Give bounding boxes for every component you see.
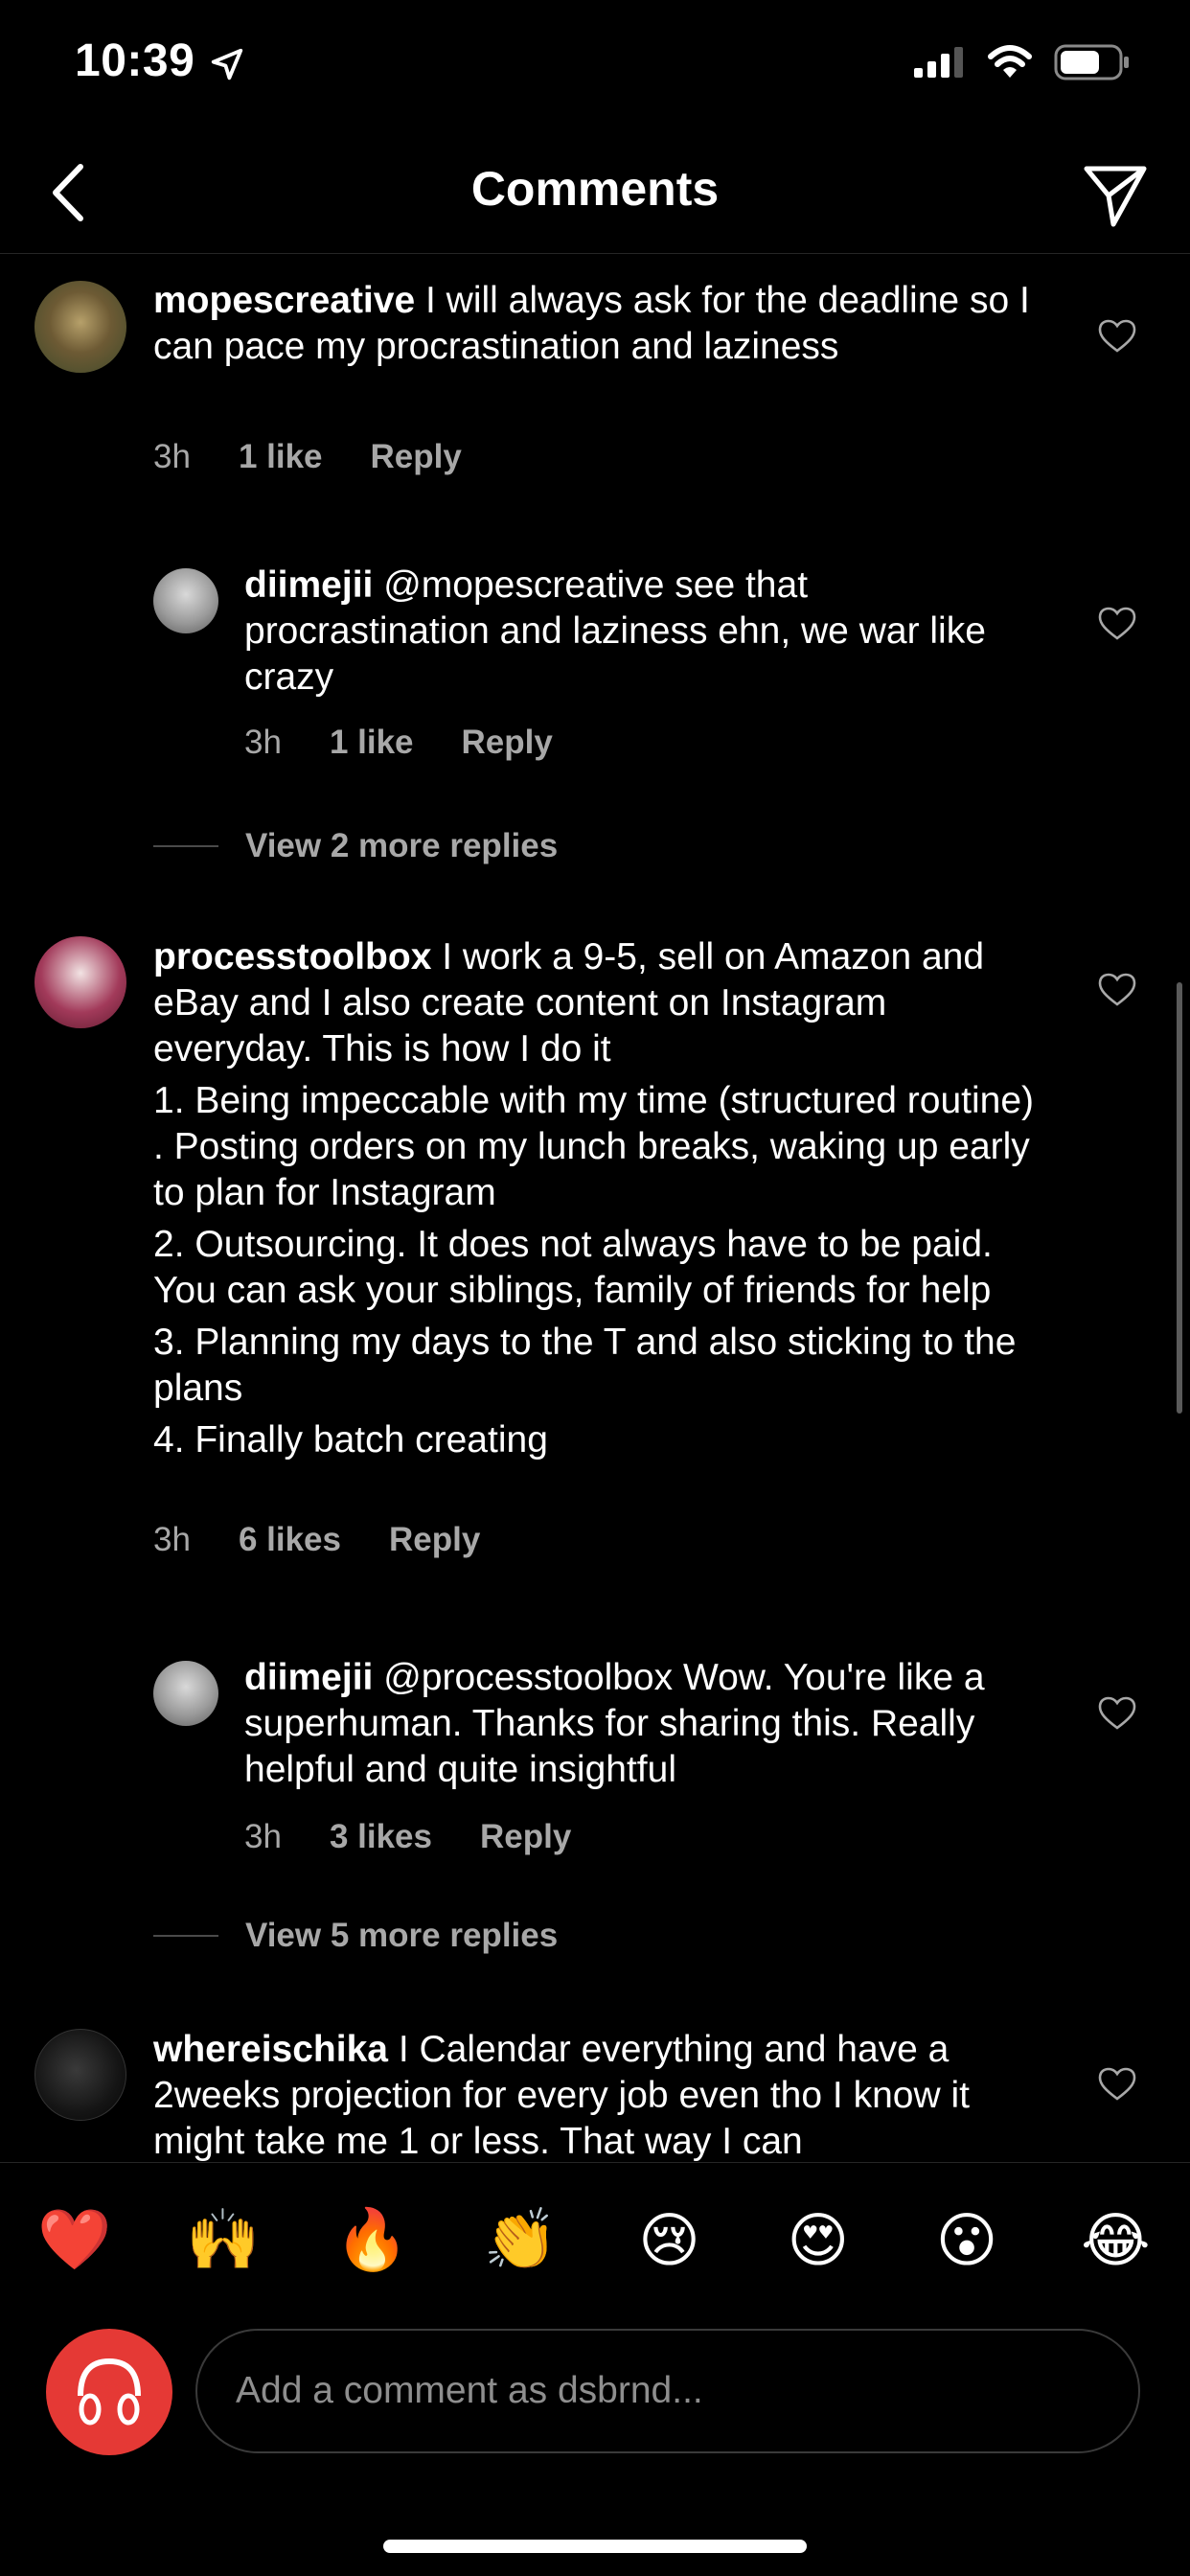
reply-button[interactable]: Reply <box>480 1818 571 1856</box>
view-more-replies[interactable]: View 5 more replies <box>153 1917 558 1955</box>
comment-list-item: 4. Finally batch creating <box>153 1419 548 1460</box>
header: Comments <box>0 134 1190 254</box>
avatar[interactable] <box>153 1661 218 1726</box>
comment-meta: 3h 3 likes Reply <box>244 1818 619 1856</box>
comment: mopescreative I will always ask for the … <box>0 254 1190 484</box>
comment-text: whereischika I Calendar everything and h… <box>153 2027 1035 2161</box>
emoji-fire-button[interactable]: 🔥 <box>324 2204 420 2275</box>
location-arrow-icon <box>211 48 243 80</box>
comment-text: processtoolbox I work a 9-5, sell on Ama… <box>153 934 1035 1463</box>
comment-input[interactable]: Add a comment as dsbrnd... <box>195 2329 1140 2453</box>
comment-list-item: 3. Planning my days to the T and also st… <box>153 1322 1017 1409</box>
likes-count[interactable]: 6 likes <box>239 1521 341 1559</box>
like-heart-icon[interactable] <box>1098 319 1136 354</box>
comment-username[interactable]: diimejii <box>244 1657 373 1698</box>
avatar[interactable] <box>34 281 126 373</box>
emoji-crying-button[interactable]: 😢 <box>622 2205 718 2275</box>
wifi-icon <box>988 45 1032 78</box>
comment: whereischika I Calendar everything and h… <box>0 2017 1190 2161</box>
avatar[interactable] <box>34 936 126 1028</box>
emoji-heart-button[interactable]: ❤️ <box>27 2204 123 2275</box>
reply-button[interactable]: Reply <box>389 1521 480 1559</box>
avatar[interactable] <box>34 2029 126 2121</box>
comment-text: mopescreative I will always ask for the … <box>153 278 1035 370</box>
comment-text: diimejii @processtoolbox Wow. You're lik… <box>244 1655 1040 1793</box>
likes-count[interactable]: 1 like <box>330 724 414 762</box>
comment-composer: Add a comment as dsbrnd... <box>0 2319 1190 2455</box>
comment-meta: 3h 1 like Reply <box>153 438 510 476</box>
view-more-label: View 2 more replies <box>245 827 559 864</box>
divider-line <box>153 1935 218 1937</box>
comment-username[interactable]: mopescreative <box>153 280 415 321</box>
likes-count[interactable]: 3 likes <box>330 1818 432 1856</box>
comment-meta: 3h 1 like Reply <box>244 724 601 762</box>
emoji-clap-button[interactable]: 👏 <box>472 2204 568 2275</box>
scrollbar[interactable] <box>1177 982 1182 1414</box>
like-heart-icon[interactable] <box>1098 2067 1136 2102</box>
emoji-raised-hands-button[interactable]: 🙌 <box>175 2204 271 2275</box>
emoji-laughing-button[interactable]: 😂 <box>1067 2205 1163 2275</box>
emoji-quick-bar: ❤️ 🙌 🔥 👏 😢 😍 😮 😂 <box>0 2162 1190 2316</box>
status-time: 10:39 <box>75 35 195 86</box>
current-user-avatar[interactable] <box>46 2329 172 2455</box>
like-heart-icon[interactable] <box>1098 973 1136 1007</box>
comment-meta: 3h 6 likes Reply <box>153 1521 528 1559</box>
comment: processtoolbox I work a 9-5, sell on Ama… <box>0 925 1190 1586</box>
comment-time: 3h <box>153 438 191 475</box>
emoji-surprised-button[interactable]: 😮 <box>919 2205 1015 2275</box>
battery-icon <box>1054 44 1129 80</box>
comments-list[interactable]: mopescreative I will always ask for the … <box>0 254 1190 2161</box>
page-title: Comments <box>470 162 720 216</box>
comment-text: diimejii @mopescreative see that procras… <box>244 563 1030 701</box>
comment-time: 3h <box>244 724 282 761</box>
likes-count[interactable]: 1 like <box>239 438 323 476</box>
status-bar: 10:39 <box>0 0 1190 134</box>
avatar[interactable] <box>153 568 218 633</box>
view-more-label: View 5 more replies <box>245 1917 559 1954</box>
reply-button[interactable]: Reply <box>371 438 462 476</box>
comment-list-item: 1. Being impeccable with my time (struct… <box>153 1080 1035 1213</box>
reply-comment: diimejii @processtoolbox Wow. You're lik… <box>0 1634 1190 1855</box>
headphones-logo-icon <box>78 2358 141 2426</box>
cellular-signal-icon <box>914 47 963 78</box>
like-heart-icon[interactable] <box>1098 607 1136 641</box>
like-heart-icon[interactable] <box>1098 1696 1136 1731</box>
view-more-replies[interactable]: View 2 more replies <box>153 827 558 865</box>
comment-username[interactable]: whereischika <box>153 2029 388 2070</box>
comment-username[interactable]: diimejii <box>244 564 373 606</box>
reply-comment: diimejii @mopescreative see that procras… <box>0 541 1190 761</box>
comment-input-placeholder: Add a comment as dsbrnd... <box>236 2370 703 2411</box>
comment-time: 3h <box>244 1818 282 1855</box>
share-send-icon[interactable] <box>1077 155 1154 232</box>
comment-time: 3h <box>153 1521 191 1558</box>
comment-username[interactable]: processtoolbox <box>153 936 431 978</box>
divider-line <box>153 845 218 847</box>
reply-button[interactable]: Reply <box>462 724 553 762</box>
comment-list-item: 2. Outsourcing. It does not always have … <box>153 1224 993 1311</box>
emoji-heart-eyes-button[interactable]: 😍 <box>770 2205 866 2275</box>
home-indicator[interactable] <box>383 2540 807 2553</box>
status-icons <box>914 44 1131 80</box>
